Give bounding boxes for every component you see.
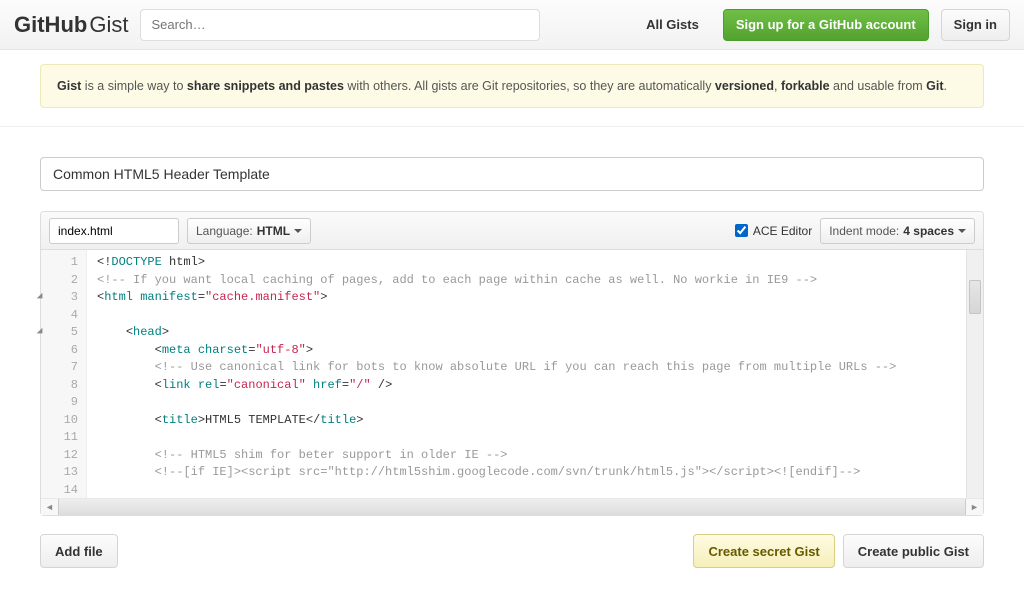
ace-editor-checkbox[interactable]: [735, 224, 748, 237]
scroll-left-icon[interactable]: ◄: [41, 499, 58, 515]
logo-thin: Gist: [89, 12, 128, 38]
ace-editor-toggle[interactable]: ACE Editor: [735, 224, 812, 238]
search-input[interactable]: [140, 9, 540, 41]
create-public-gist-button[interactable]: Create public Gist: [843, 534, 984, 568]
horizontal-scrollbar[interactable]: ◄ ►: [41, 498, 983, 515]
indent-mode-select[interactable]: Indent mode: 4 spaces: [820, 218, 975, 244]
logo-bold: GitHub: [14, 12, 87, 38]
add-file-button[interactable]: Add file: [40, 534, 118, 568]
scrollbar-thumb[interactable]: [969, 280, 981, 314]
logo[interactable]: GitHubGist: [14, 12, 128, 38]
action-bar: Add file Create secret Gist Create publi…: [40, 534, 984, 568]
signin-button[interactable]: Sign in: [941, 9, 1010, 41]
file-toolbar: Language: HTML ACE Editor Indent mode: 4…: [41, 212, 983, 250]
language-label: Language:: [196, 224, 253, 238]
intro-lead: Gist: [57, 79, 81, 93]
signup-button[interactable]: Sign up for a GitHub account: [723, 9, 929, 41]
scroll-right-icon[interactable]: ►: [966, 499, 983, 515]
language-select[interactable]: Language: HTML: [187, 218, 311, 244]
language-value: HTML: [257, 224, 290, 238]
chevron-down-icon: [294, 229, 302, 233]
create-secret-gist-button[interactable]: Create secret Gist: [693, 534, 834, 568]
vertical-scrollbar[interactable]: [966, 250, 983, 498]
chevron-down-icon: [958, 229, 966, 233]
code-editor[interactable]: 1234567891011121314 <!DOCTYPE html><!-- …: [41, 250, 983, 498]
file-box: Language: HTML ACE Editor Indent mode: 4…: [40, 211, 984, 516]
scrollbar-track[interactable]: [58, 499, 966, 515]
ace-editor-label: ACE Editor: [753, 224, 812, 238]
intro-banner: Gist is a simple way to share snippets a…: [40, 64, 984, 108]
editor-code-area[interactable]: <!DOCTYPE html><!-- If you want local ca…: [87, 250, 983, 498]
indent-value: 4 spaces: [903, 224, 954, 238]
nav-all-gists[interactable]: All Gists: [634, 17, 711, 32]
editor-gutter: 1234567891011121314: [41, 250, 87, 498]
gist-description-input[interactable]: [40, 157, 984, 191]
indent-label: Indent mode:: [829, 224, 899, 238]
main-content: Language: HTML ACE Editor Indent mode: 4…: [0, 157, 1024, 598]
filename-input[interactable]: [49, 218, 179, 244]
top-bar: GitHubGist All Gists Sign up for a GitHu…: [0, 0, 1024, 50]
